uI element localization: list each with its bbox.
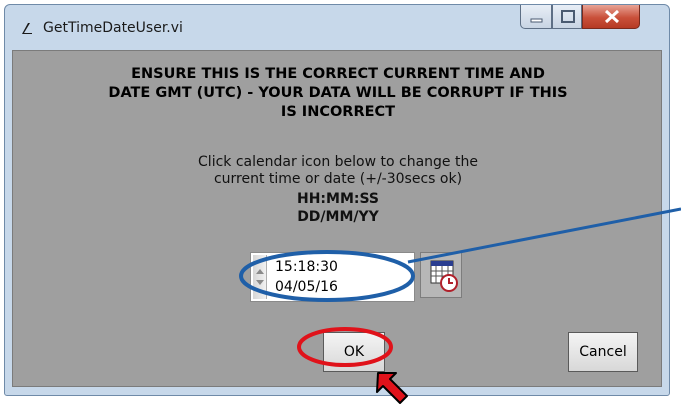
datetime-date-value[interactable]: 04/05/16 xyxy=(275,279,338,295)
time-format-label: HH:MM:SS xyxy=(296,191,380,207)
date-format-label: DD/MM/YY xyxy=(297,209,379,225)
calendar-clock-icon xyxy=(430,260,458,292)
minimize-button[interactable] xyxy=(520,5,552,29)
close-icon xyxy=(604,9,620,24)
ok-button[interactable]: OK xyxy=(323,332,385,372)
dialog-panel: ENSURE THIS IS THE CORRECT CURRENT TIME … xyxy=(12,50,662,387)
window-title: GetTimeDateUser.vi xyxy=(43,20,183,36)
instruction-text: Click calendar icon below to change the … xyxy=(13,154,663,188)
dialog-window: GetTimeDateUser.vi ENSURE THIS IS THE CO… xyxy=(4,4,670,396)
cancel-button[interactable]: Cancel xyxy=(568,332,638,372)
datetime-time-value[interactable]: 15:18:30 xyxy=(275,259,338,275)
instruction-line: current time or date (+/-30secs ok) xyxy=(213,171,463,187)
warning-line: DATE GMT (UTC) - YOUR DATA WILL BE CORRU… xyxy=(108,85,568,101)
maximize-button[interactable] xyxy=(552,5,582,29)
close-button[interactable] xyxy=(582,5,640,29)
datetime-field[interactable]: 15:18:30 04/05/16 xyxy=(250,252,415,302)
calendar-button[interactable] xyxy=(420,252,462,298)
warning-line: ENSURE THIS IS THE CORRECT CURRENT TIME … xyxy=(131,66,545,82)
datetime-spinner[interactable] xyxy=(253,255,267,299)
instruction-line: Click calendar icon below to change the xyxy=(198,154,478,170)
minimize-icon xyxy=(530,18,543,23)
spinner-arrows-icon xyxy=(256,269,264,285)
labview-icon xyxy=(19,21,35,37)
maximize-icon xyxy=(561,10,575,23)
warning-message: ENSURE THIS IS THE CORRECT CURRENT TIME … xyxy=(13,65,663,122)
warning-line: IS INCORRECT xyxy=(280,104,396,120)
title-bar[interactable]: GetTimeDateUser.vi xyxy=(5,5,669,49)
